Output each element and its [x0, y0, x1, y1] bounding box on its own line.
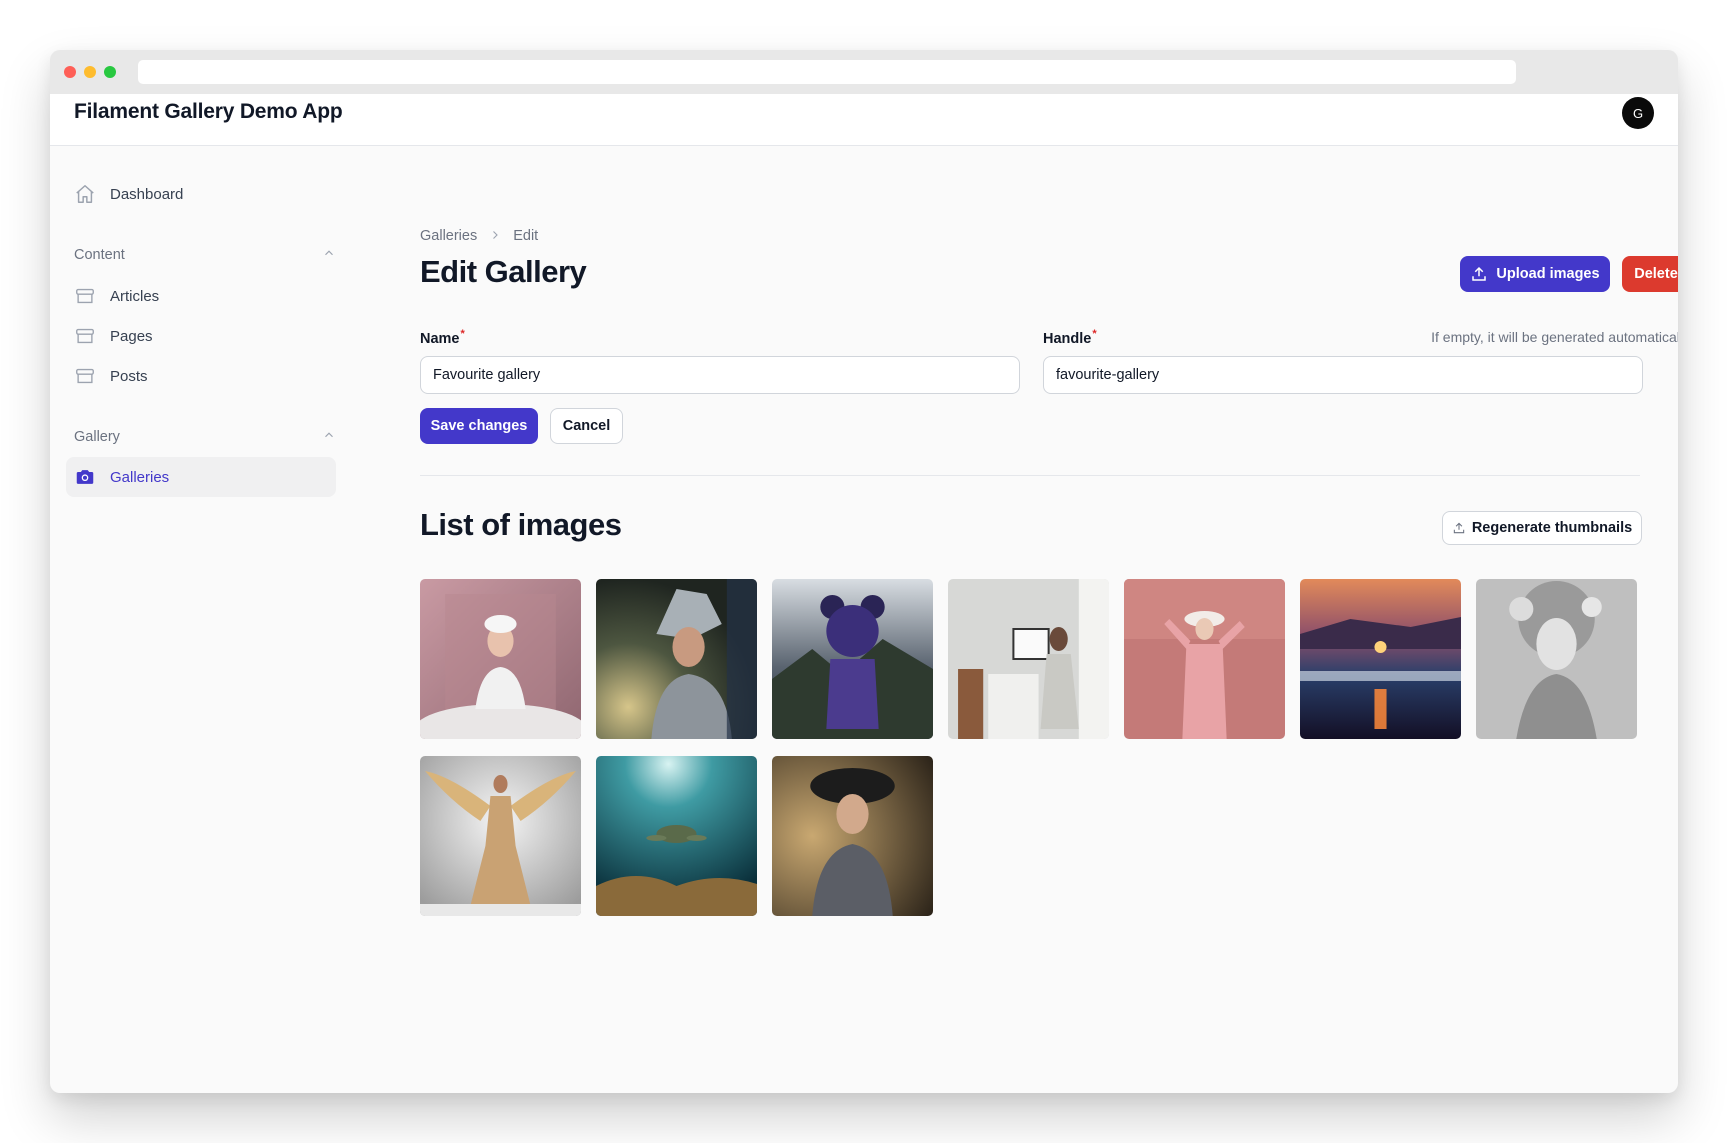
name-label: Name* [420, 328, 465, 347]
gallery-image-crowned-queen[interactable] [596, 579, 757, 739]
delete-label: Delete [1634, 266, 1678, 282]
cancel-label: Cancel [562, 418, 611, 434]
breadcrumb-link-galleries[interactable]: Galleries [420, 228, 477, 244]
gallery-image-woman-hat[interactable] [772, 756, 933, 916]
gallery-image-chef-portrait[interactable] [420, 579, 581, 739]
sidebar-item-articles[interactable]: Articles [66, 276, 336, 316]
handle-label-text: Handle [1043, 330, 1092, 347]
sidebar-item-label: Galleries [110, 468, 170, 486]
app-topbar: Filament Gallery Demo App G [50, 94, 1678, 146]
regenerate-thumbnails-button[interactable]: Regenerate thumbnails [1442, 511, 1642, 545]
gallery-image-sunset[interactable] [1300, 579, 1461, 739]
home-icon [74, 183, 96, 205]
regenerate-thumbnails-label: Regenerate thumbnails [1471, 520, 1633, 536]
browser-window: Filament Gallery Demo App G Dashboard Co… [50, 50, 1678, 1093]
save-changes-label: Save changes [430, 418, 528, 434]
handle-input[interactable]: favourite-gallery [1043, 356, 1643, 394]
cancel-button[interactable]: Cancel [550, 408, 623, 444]
required-marker: * [1092, 328, 1097, 340]
page-title: Edit Gallery [420, 254, 587, 289]
sidebar-item-posts[interactable]: Posts [66, 356, 336, 396]
address-bar[interactable] [138, 60, 1516, 84]
sidebar-group-gallery[interactable]: Gallery [74, 428, 336, 446]
sidebar: Dashboard Content Articles Pages Posts G… [50, 146, 350, 1093]
archive-icon [74, 365, 96, 387]
sidebar-item-label: Posts [110, 367, 148, 385]
browser-titlebar [50, 50, 1678, 94]
sidebar-item-label: Pages [110, 327, 153, 345]
name-label-text: Name [420, 330, 460, 347]
gallery-image-winged-woman[interactable] [420, 756, 581, 916]
handle-hint: If empty, it will be generated automatic… [1431, 329, 1678, 345]
handle-label: Handle* [1043, 328, 1097, 347]
breadcrumb-current: Edit [513, 228, 539, 244]
gallery-image-pink-wall[interactable] [1124, 579, 1285, 739]
upload-images-label: Upload images [1496, 266, 1600, 282]
sidebar-group-label: Gallery [74, 429, 120, 445]
chevron-up-icon [322, 428, 336, 446]
camera-icon [74, 466, 96, 488]
save-changes-button[interactable]: Save changes [420, 408, 538, 444]
gallery-image-teddy-figure[interactable] [772, 579, 933, 739]
images-section-title: List of images [420, 507, 622, 542]
minimize-window-button[interactable] [84, 66, 96, 78]
maximize-window-button[interactable] [104, 66, 116, 78]
upload-images-button[interactable]: Upload images [1460, 256, 1610, 292]
sidebar-item-pages[interactable]: Pages [66, 316, 336, 356]
gallery-image-office-woman[interactable] [948, 579, 1109, 739]
app-title[interactable]: Filament Gallery Demo App [74, 100, 343, 124]
sidebar-item-label: Articles [110, 287, 160, 305]
upload-icon [1452, 521, 1466, 535]
chevron-right-icon [489, 229, 501, 244]
required-marker: * [460, 328, 465, 340]
section-divider [420, 475, 1640, 476]
close-window-button[interactable] [64, 66, 76, 78]
sidebar-item-dashboard[interactable]: Dashboard [66, 174, 336, 214]
gallery-image-silver-sculpture[interactable] [1476, 579, 1637, 739]
upload-icon [1470, 265, 1488, 283]
chevron-up-icon [322, 246, 336, 264]
sidebar-group-content[interactable]: Content [74, 246, 336, 264]
sidebar-item-galleries[interactable]: Galleries [66, 457, 336, 497]
delete-button[interactable]: Delete [1622, 256, 1678, 292]
sidebar-item-label: Dashboard [110, 185, 184, 203]
name-input[interactable]: Favourite gallery [420, 356, 1020, 394]
archive-icon [74, 325, 96, 347]
sidebar-group-label: Content [74, 247, 125, 263]
user-avatar[interactable]: G [1622, 97, 1654, 129]
archive-icon [74, 285, 96, 307]
breadcrumb: Galleries Edit [420, 228, 538, 244]
gallery-image-sea-turtle[interactable] [596, 756, 757, 916]
